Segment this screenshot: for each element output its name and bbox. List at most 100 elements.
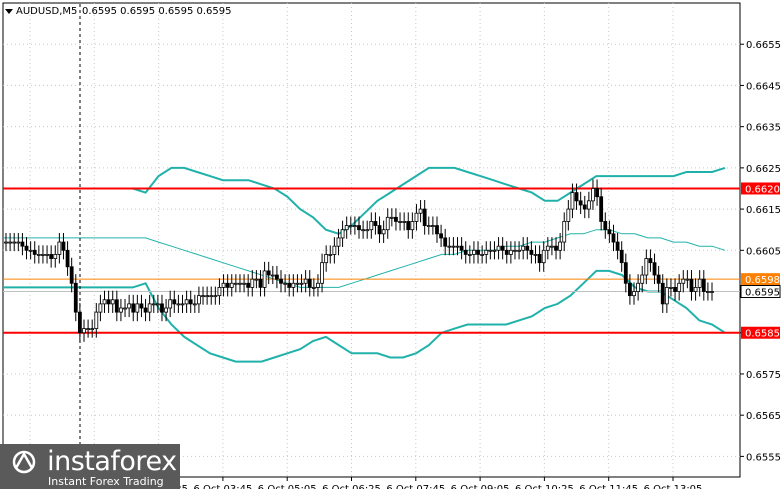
candle-body	[324, 254, 329, 264]
candle-body	[65, 249, 70, 268]
candle-body	[418, 208, 423, 214]
y-tick-label: 0.6575	[746, 370, 781, 381]
candle-body	[160, 303, 164, 313]
candle-body	[467, 254, 472, 256]
candle-body	[681, 278, 686, 284]
candle-body	[303, 278, 308, 284]
x-tick-label: 6 Oct 03:45	[193, 484, 252, 489]
candle-body	[689, 278, 694, 292]
candle-body	[513, 249, 517, 252]
candle-body	[233, 282, 238, 285]
candle-body	[307, 278, 312, 288]
candle-body	[69, 266, 74, 284]
candle-body	[176, 303, 181, 306]
candle-body	[652, 262, 657, 276]
x-tick-label: 6 Oct 13:05	[644, 484, 703, 489]
candle-body	[201, 295, 205, 298]
candle-body	[12, 241, 17, 244]
current-price-label: 0.6595	[745, 288, 780, 299]
candle-body	[529, 249, 534, 255]
price-chart[interactable]: 0.6655 0.6645 0.6635 0.6625 0.6615 0.6605 0.65…	[0, 0, 781, 489]
x-tick-label: 6 Oct 09:05	[451, 484, 510, 489]
candle-body	[147, 303, 152, 313]
candle-body	[86, 328, 90, 331]
candle-body	[677, 282, 682, 292]
candle-body	[41, 254, 45, 256]
candle-body	[24, 245, 29, 251]
candle-body	[188, 299, 193, 305]
candle-body	[217, 286, 222, 297]
candle-body	[143, 307, 148, 313]
candle-body	[357, 225, 361, 231]
candle-body	[299, 282, 304, 285]
candle-body	[599, 196, 604, 222]
candle-body	[98, 303, 103, 313]
candle-body	[229, 282, 234, 288]
candle-body	[180, 303, 185, 306]
candle-body	[155, 303, 160, 306]
candle-body	[114, 299, 119, 313]
candle-body	[443, 237, 448, 247]
candle-body	[205, 295, 210, 298]
candle-body	[28, 249, 33, 252]
candle-body	[291, 282, 296, 288]
candle-body	[8, 241, 13, 244]
candle-body	[623, 262, 628, 284]
candle-body	[611, 233, 616, 243]
candle-body	[61, 241, 66, 251]
candle-body	[192, 303, 197, 306]
candle-body	[123, 307, 127, 310]
candle-body	[607, 229, 612, 235]
candle-body	[414, 212, 419, 222]
candle-body	[632, 291, 636, 297]
candle-body	[628, 282, 632, 297]
candle-body	[90, 328, 95, 331]
candle-body	[352, 225, 357, 227]
candle-body	[348, 225, 353, 227]
candle-body	[365, 229, 370, 232]
candle-body	[545, 245, 550, 251]
candle-body	[131, 303, 136, 313]
candle-body	[168, 299, 173, 309]
candle-body	[480, 254, 485, 256]
candle-body	[504, 249, 509, 255]
candle-body	[258, 278, 263, 288]
candle-body	[496, 245, 501, 251]
candle-body	[566, 208, 571, 222]
candle-body	[73, 282, 78, 313]
candle-body	[36, 254, 41, 256]
candle-body	[533, 254, 538, 256]
candle-body	[636, 282, 641, 292]
candle-body	[151, 303, 156, 306]
candle-body	[242, 282, 246, 285]
level-price-label: 0.6585	[745, 329, 780, 340]
candle-body	[385, 216, 390, 231]
candle-body	[693, 286, 698, 292]
y-tick-label: 0.6605	[746, 246, 781, 257]
candle-body	[492, 249, 497, 252]
candle-body	[603, 221, 608, 231]
candle-body	[451, 245, 456, 248]
candle-body	[410, 221, 415, 231]
candle-body	[710, 291, 714, 293]
candle-body	[476, 249, 480, 255]
candle-body	[550, 245, 554, 248]
candle-body	[254, 278, 259, 281]
candle-body	[463, 249, 468, 255]
candle-body	[426, 225, 431, 227]
candle-body	[554, 245, 558, 251]
candle-body	[669, 286, 673, 289]
candle-body	[447, 245, 452, 248]
logo-brand: instaforex	[47, 446, 177, 477]
candle-body	[488, 249, 493, 252]
candle-body	[262, 270, 267, 288]
candle-body	[701, 278, 706, 292]
candle-body	[373, 221, 378, 226]
symbol-title: AUDUSD,M5	[16, 6, 77, 17]
candle-body	[562, 221, 567, 243]
candle-body	[660, 282, 665, 305]
candle-body	[578, 200, 583, 206]
candle-body	[32, 249, 37, 255]
candle-body	[332, 245, 337, 255]
candle-body	[49, 254, 54, 259]
